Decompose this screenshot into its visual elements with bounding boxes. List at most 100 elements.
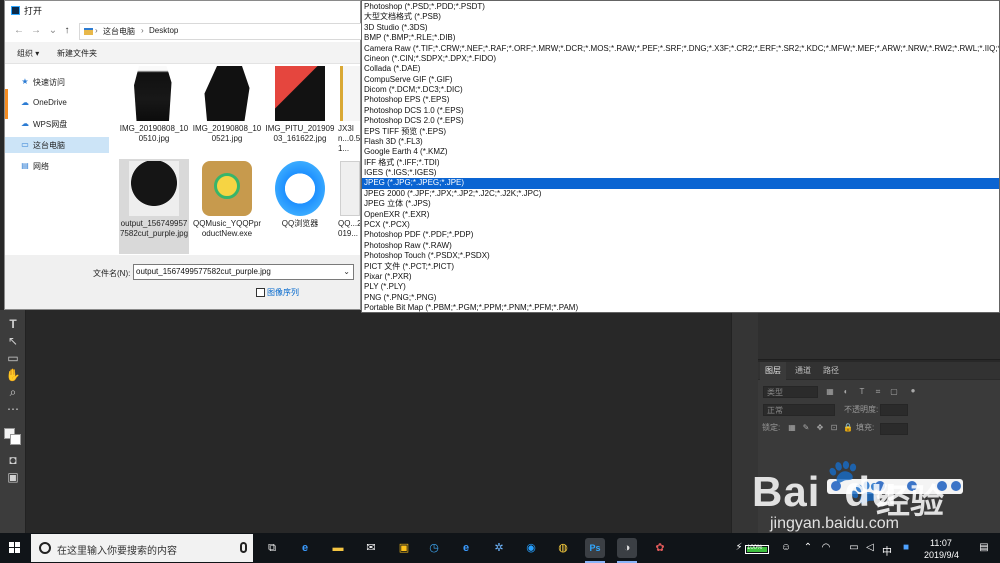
format-option[interactable]: Photoshop (*.PSD;*.PDD;*.PSDT)	[362, 2, 999, 12]
up-arrow-icon[interactable]: ↑	[61, 25, 73, 37]
format-option[interactable]: Photoshop Touch (*.PSDX;*.PSDX)	[362, 251, 999, 261]
action-center-icon[interactable]: ▤	[978, 542, 990, 554]
file-explorer-icon[interactable]: ▬	[328, 538, 348, 558]
file-item[interactable]: QQMusic_YQQPproductNew.exe	[192, 159, 262, 254]
file-item[interactable]: IMG_PITU_20190903_161622.jpg	[265, 64, 335, 159]
filter-toggle-icon[interactable]: ●	[908, 386, 918, 396]
format-option[interactable]: JPEG 立体 (*.JPS)	[362, 199, 999, 209]
format-option[interactable]: EPS TIFF 预览 (*.EPS)	[362, 127, 999, 137]
microphone-icon[interactable]	[240, 542, 247, 553]
format-option[interactable]: Photoshop PDF (*.PDF;*.PDP)	[362, 230, 999, 240]
lock-paint-icon[interactable]: ✎	[801, 423, 811, 433]
format-option[interactable]: Photoshop Raw (*.RAW)	[362, 241, 999, 251]
sidebar-item-quick-access[interactable]: ★ 快速访问	[5, 74, 109, 90]
file-item[interactable]: JX3In...0.51...	[338, 64, 360, 159]
volume-icon[interactable]: ◁	[864, 542, 876, 554]
file-item[interactable]: QQ浏览器	[265, 159, 335, 254]
zoom-tool-icon[interactable]: ⌕	[5, 384, 21, 400]
format-option[interactable]: JPEG 2000 (*.JPF;*.JPX;*.JP2;*.J2C;*.J2K…	[362, 189, 999, 199]
format-option[interactable]: Google Earth 4 (*.KMZ)	[362, 147, 999, 157]
format-option[interactable]: IGES (*.IGS;*.IGES)	[362, 168, 999, 178]
breadcrumb-this-pc[interactable]: 这台电脑	[103, 26, 135, 37]
filename-input[interactable]: output_1567499577582cut_purple.jpg ⌄	[133, 264, 354, 280]
type-tool-icon[interactable]: T	[5, 316, 21, 332]
power-plug-icon[interactable]: ⚡	[733, 542, 745, 554]
lock-position-icon[interactable]: ✥	[815, 423, 825, 433]
pixel-filter-icon[interactable]: ▦	[825, 387, 835, 397]
sticky-notes-icon[interactable]: ▣	[394, 538, 414, 558]
task-view-icon[interactable]: ⧉	[262, 538, 282, 558]
windows-start-icon[interactable]	[9, 542, 21, 554]
format-option[interactable]: Portable Bit Map (*.PBM;*.PGM;*.PPM;*.PN…	[362, 303, 999, 312]
file-item[interactable]: IMG_20190808_100510.jpg	[119, 64, 189, 159]
format-option[interactable]: CompuServe GIF (*.GIF)	[362, 75, 999, 85]
notification-chevron-icon[interactable]: ⌃	[802, 542, 814, 554]
ie-browser-icon[interactable]: e	[456, 538, 476, 558]
hand-tool-icon[interactable]: ✋	[5, 367, 21, 383]
format-option[interactable]: Photoshop DCS 1.0 (*.EPS)	[362, 106, 999, 116]
display-icon[interactable]: ▭	[848, 542, 860, 554]
tab-paths[interactable]: 路径	[818, 362, 844, 380]
ime-toolbar-icon[interactable]: ■	[900, 542, 912, 554]
app-icon[interactable]: ✿	[650, 538, 670, 558]
format-option[interactable]: IFF 格式 (*.IFF;*.TDI)	[362, 158, 999, 168]
clock-app-icon[interactable]: ◷	[424, 538, 444, 558]
format-option[interactable]: Camera Raw (*.TIF;*.CRW;*.NEF;*.RAF;*.OR…	[362, 44, 999, 54]
adjustment-filter-icon[interactable]: ◐	[841, 387, 851, 397]
file-item[interactable]: output_1567499577582cut_purple.jpg	[119, 159, 189, 254]
tab-channels[interactable]: 通道	[790, 362, 816, 380]
address-bar[interactable]: › 这台电脑 › Desktop	[79, 23, 364, 40]
sidebar-item-wps-drive[interactable]: ☁ WPS网盘	[5, 116, 109, 132]
fill-field[interactable]	[880, 423, 908, 435]
forward-arrow-icon[interactable]: →	[30, 25, 42, 37]
type-filter-icon[interactable]: T	[857, 387, 867, 397]
qqmusic-taskbar-icon[interactable]: ◍	[553, 538, 573, 558]
file-item[interactable]: IMG_20190808_100521.jpg	[192, 64, 262, 159]
quick-mask-icon[interactable]: ◘	[5, 452, 21, 468]
mail-icon[interactable]: ✉	[361, 538, 381, 558]
sidebar-item-onedrive[interactable]: ☁ OneDrive	[5, 95, 109, 111]
format-option[interactable]: 3D Studio (*.3DS)	[362, 23, 999, 33]
input-method-indicator[interactable]: 中	[882, 543, 892, 558]
new-folder-button[interactable]: 新建文件夹	[57, 48, 97, 59]
format-option[interactable]: BMP (*.BMP;*.RLE;*.DIB)	[362, 33, 999, 43]
format-option[interactable]: PNG (*.PNG;*.PNG)	[362, 293, 999, 303]
photoshop-taskbar-icon[interactable]: Ps	[585, 538, 605, 558]
more-tools-icon[interactable]: ⋯	[5, 401, 21, 417]
lock-artboard-icon[interactable]: ⊡	[829, 423, 839, 433]
lock-all-icon[interactable]: 🔒	[843, 423, 853, 433]
format-option[interactable]: Dicom (*.DCM;*.DC3;*.DIC)	[362, 85, 999, 95]
format-option[interactable]: Flash 3D (*.FL3)	[362, 137, 999, 147]
back-arrow-icon[interactable]: ←	[13, 25, 25, 37]
format-option[interactable]: Photoshop DCS 2.0 (*.EPS)	[362, 116, 999, 126]
format-option[interactable]: Cineon (*.CIN;*.SDPX;*.DPX;*.FIDO)	[362, 54, 999, 64]
qq-browser-taskbar-icon[interactable]: ◉	[521, 538, 541, 558]
background-color-swatch[interactable]	[10, 434, 21, 445]
clock-date[interactable]: 2019/9/4	[924, 550, 959, 560]
image-sequence-label[interactable]: 图像序列	[267, 287, 299, 298]
taskbar-search-box[interactable]: 在这里输入你要搜索的内容	[31, 534, 253, 562]
clock-time[interactable]: 11:07	[930, 538, 952, 548]
layer-filter-select[interactable]: 类型	[763, 386, 818, 398]
file-item[interactable]: QQ...2019...	[338, 159, 360, 254]
path-select-tool-icon[interactable]: ↖	[5, 333, 21, 349]
format-option[interactable]: PLY (*.PLY)	[362, 282, 999, 292]
shape-filter-icon[interactable]: ⌗	[873, 387, 883, 397]
format-option[interactable]: PCX (*.PCX)	[362, 220, 999, 230]
screen-mode-icon[interactable]: ▣	[5, 469, 21, 485]
opacity-field[interactable]	[880, 404, 908, 416]
breadcrumb-desktop[interactable]: Desktop	[149, 26, 178, 35]
edge-browser-icon[interactable]: e	[295, 538, 315, 558]
sidebar-item-network[interactable]: ▤ 网络	[5, 158, 109, 174]
app-icon[interactable]: ✲	[489, 538, 509, 558]
sidebar-item-this-pc[interactable]: ▭ 这台电脑	[5, 137, 109, 153]
wifi-icon[interactable]: ◠	[820, 542, 832, 554]
people-icon[interactable]: ☺	[780, 542, 792, 554]
chevron-down-icon[interactable]: ⌄	[343, 267, 350, 276]
image-sequence-checkbox[interactable]	[256, 288, 265, 297]
smart-object-filter-icon[interactable]: ▢	[889, 387, 899, 397]
format-option[interactable]: Collada (*.DAE)	[362, 64, 999, 74]
format-option[interactable]: JPEG (*.JPG;*.JPEG;*.JPE)	[362, 178, 999, 189]
format-option[interactable]: OpenEXR (*.EXR)	[362, 210, 999, 220]
rectangle-tool-icon[interactable]: ▭	[5, 350, 21, 366]
